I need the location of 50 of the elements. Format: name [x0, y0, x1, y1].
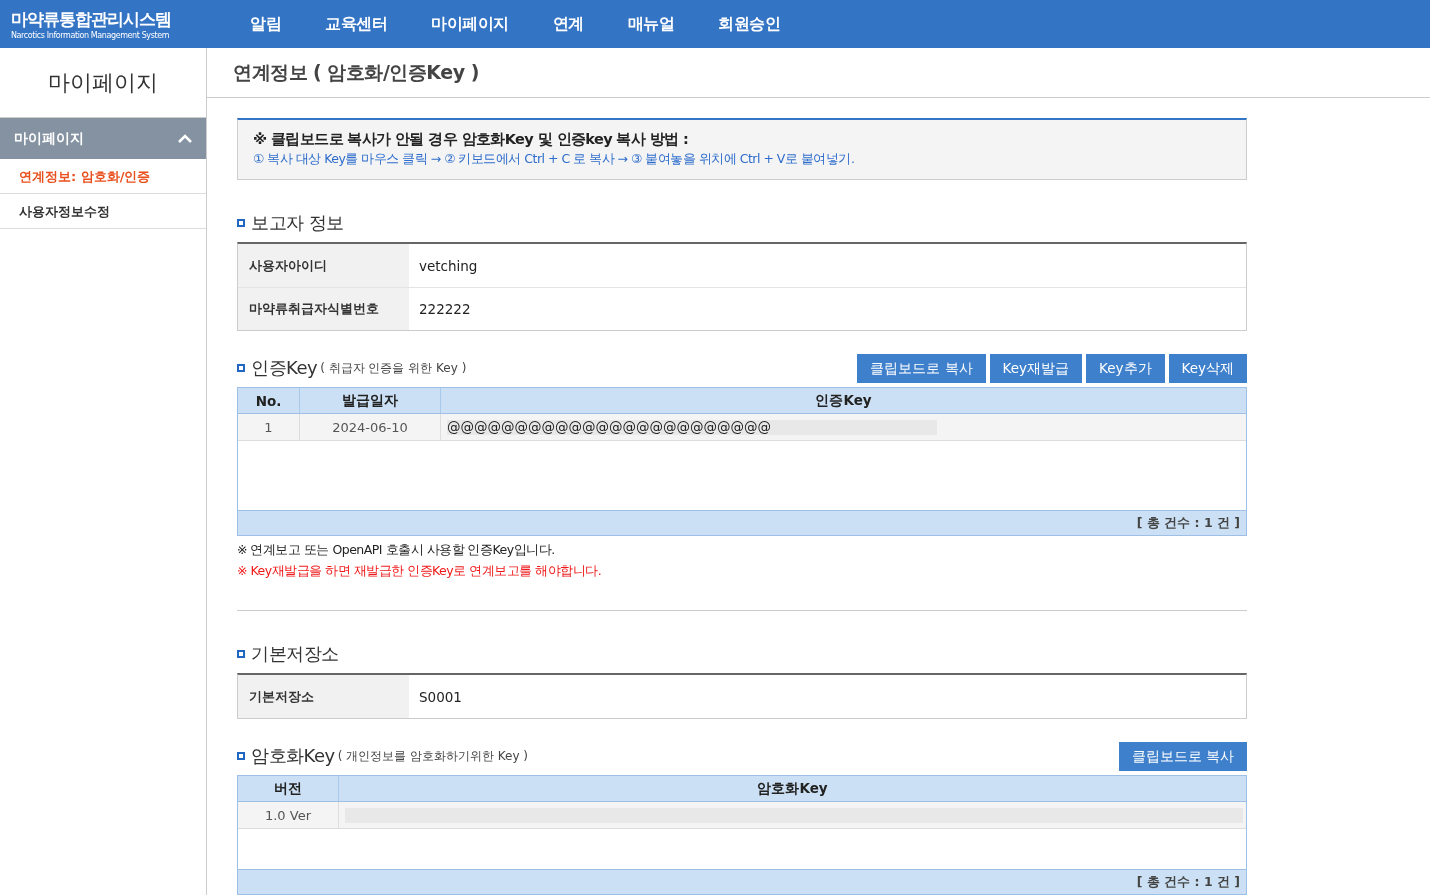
section-subtitle: ( 취급자 인증을 위한 Key ) — [320, 359, 467, 377]
nav-item[interactable]: 알림 — [250, 13, 281, 35]
section-title: 보고자 정보 — [251, 211, 344, 235]
field-label: 사용자아이디 — [238, 244, 409, 287]
action-button[interactable]: Key추가 — [1086, 354, 1165, 383]
field-value: S0001 — [418, 687, 462, 707]
section-title: 기본저장소 — [251, 642, 339, 666]
table-cell: 2024-06-10 — [299, 414, 440, 440]
nav-item[interactable]: 마이페이지 — [431, 13, 509, 35]
nav-item[interactable]: 교육센터 — [325, 13, 387, 35]
key-field[interactable]: @@@@@@@@@@@@@@@@@@@@@@@@ — [447, 419, 937, 435]
nav-item[interactable]: 연계 — [552, 13, 584, 35]
table-cell-text: 1.0 Ver — [263, 806, 312, 825]
column-header: 암호화Key — [338, 776, 1246, 801]
field-label: 기본저장소 — [238, 675, 409, 718]
action-button[interactable]: Key재발급 — [989, 354, 1083, 383]
bullet-icon — [237, 364, 245, 372]
field-value: 222222 — [418, 300, 471, 319]
menu-group-header[interactable]: 마이페이지 — [0, 118, 206, 159]
column-header: 발급일자 — [299, 388, 440, 413]
sidebar-item[interactable]: 사용자정보수정 — [0, 194, 206, 229]
column-header: 인증Key — [440, 388, 1246, 413]
action-button[interactable]: 클립보드로 복사 — [1118, 742, 1247, 771]
menu-group-label: 마이페이지 — [14, 129, 84, 148]
logo-title: 마약류통합관리시스템 — [11, 8, 172, 31]
sidebar-item[interactable]: 연계정보: 암호화/인증 — [0, 159, 206, 194]
bullet-icon — [237, 219, 245, 227]
collapse-chevron-icon[interactable] — [178, 134, 192, 143]
column-header: No. — [254, 391, 283, 411]
action-button[interactable]: Key삭제 — [1168, 354, 1247, 383]
note-text: ※ Key재발급을 하면 재발급한 인증Key로 연계보고를 해야합니다. — [237, 563, 603, 580]
note-text: ※ 연계보고 또는 OpenAPI 호출시 사용할 인증Key입니다. — [237, 542, 556, 559]
notice-heading: ※ 클립보드로 복사가 안될 경우 암호화Key 및 인증key 복사 방법 : — [253, 130, 690, 149]
action-button[interactable]: 클립보드로 복사 — [857, 354, 986, 383]
total-count: [ 총 건수 : 1 건 ] — [1136, 873, 1240, 891]
field-value: vetching — [418, 256, 478, 276]
bullet-icon — [237, 752, 245, 760]
table-cell-text: 1 — [263, 418, 274, 437]
page-title: 연계정보 ( 암호화/인증Key ) — [207, 48, 1430, 98]
logo-subtitle: Narcotics Information Management System — [11, 31, 171, 40]
field-label: 마약류취급자식별번호 — [238, 288, 409, 330]
column-header: 버전 — [273, 778, 303, 798]
bullet-icon — [237, 650, 245, 658]
nav-item[interactable]: 매뉴얼 — [627, 13, 674, 35]
section-title: 암호화Key — [251, 744, 335, 768]
notice-steps: ① 복사 대상 Key를 마우스 클릭 → ② 키보드에서 Ctrl + C 로 복사 → ③ 붙여놓을 위치에 Ctrl + V로 붙여넣기. — [253, 151, 1231, 168]
section-subtitle: ( 개인정보를 암호화하기위한 Key ) — [337, 747, 529, 765]
total-count: [ 총 건수 : 1 건 ] — [1136, 514, 1240, 532]
nav-item[interactable]: 회원승인 — [718, 13, 780, 35]
section-title: 인증Key — [251, 356, 318, 380]
